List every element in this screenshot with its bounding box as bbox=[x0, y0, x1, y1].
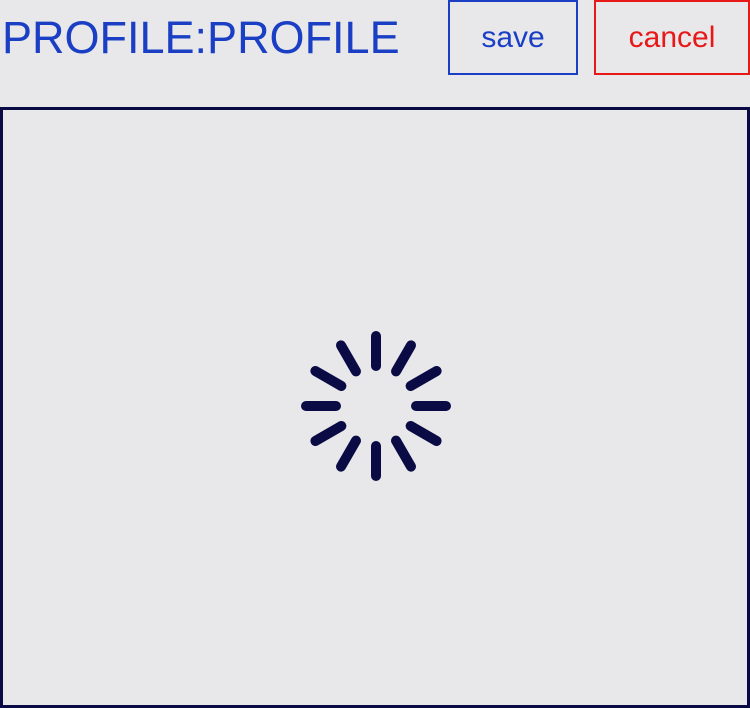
spinner-spoke bbox=[391, 340, 416, 377]
spinner-icon bbox=[301, 331, 451, 481]
cancel-button[interactable]: cancel bbox=[594, 0, 750, 75]
spinner-spoke bbox=[336, 435, 361, 472]
spinner-spoke bbox=[405, 366, 442, 391]
save-button[interactable]: save bbox=[448, 0, 578, 75]
spinner-spoke bbox=[405, 421, 442, 446]
spinner-spoke bbox=[391, 435, 416, 472]
profile-page: PROFILE:PROFILE save cancel bbox=[0, 0, 750, 708]
page-title: PROFILE:PROFILE bbox=[2, 12, 400, 63]
spinner-spoke bbox=[310, 421, 347, 446]
spinner-spoke bbox=[336, 340, 361, 377]
spinner-spoke bbox=[310, 366, 347, 391]
